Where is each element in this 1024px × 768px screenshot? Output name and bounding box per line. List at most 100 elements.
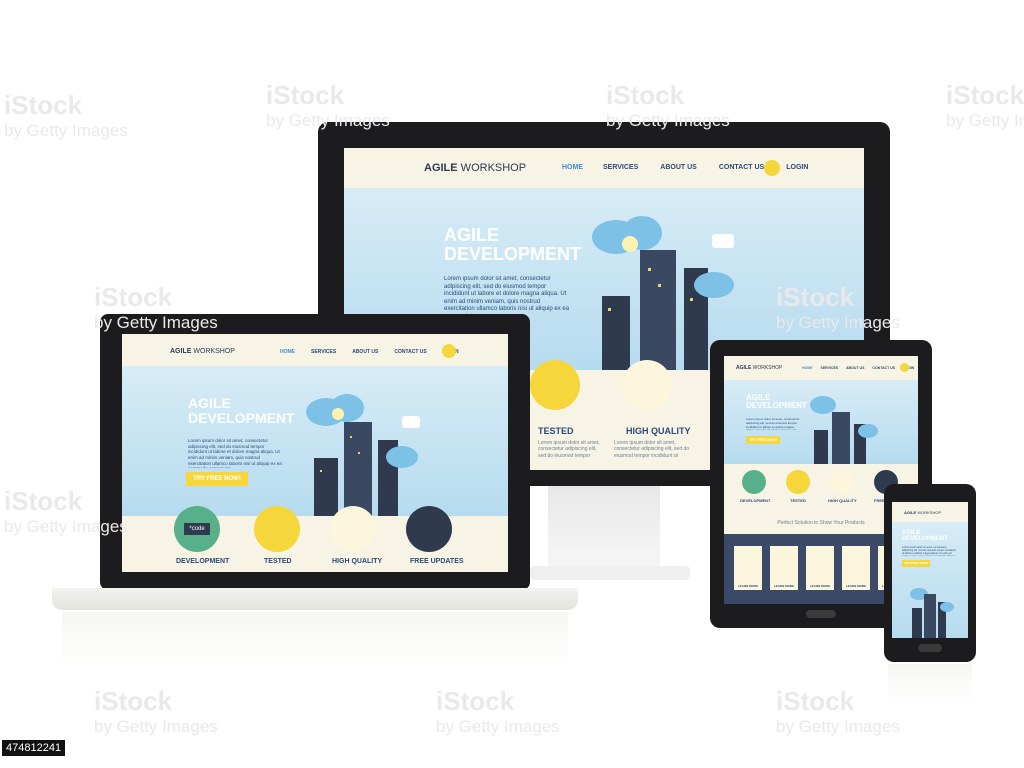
feature-high-quality-label: HIGH QUALITY: [332, 558, 383, 565]
try-free-now-button[interactable]: TRY FREE NOW!: [186, 472, 248, 486]
phone-nav: AGILE WORKSHOP: [892, 502, 968, 522]
laptop: AGILE WORKSHOP HOME SERVICES ABOUT US CO…: [100, 314, 530, 590]
laptop-logo: AGILE WORKSHOP: [170, 348, 235, 355]
tablet-hero: AGILE DEVELOPMENT Lorem ipsum dolor sit a…: [724, 380, 918, 464]
phone-hero-title: AGILE DEVELOPMENT: [902, 530, 948, 543]
nav-about-us[interactable]: ABOUT US: [846, 366, 864, 370]
lit-window: [608, 308, 611, 311]
learn-more-link[interactable]: LEARN MORE: [842, 584, 870, 588]
laptop-features: *code DEVELOPMENT TESTED HIGH QUALITY FR…: [122, 506, 508, 572]
monitor-hero-text: Lorem ipsum dolor sit amet, consectetur …: [444, 276, 570, 316]
speech-bubble-icon: [402, 416, 420, 428]
lit-window: [350, 436, 352, 438]
cloud-icon: [386, 446, 418, 468]
product-card[interactable]: LEARN MORE: [734, 546, 762, 590]
nav-home[interactable]: HOME: [280, 349, 295, 355]
watermark: iStockby Getty Images: [94, 686, 218, 736]
building: [814, 430, 828, 464]
lightbulb-icon: [622, 236, 638, 252]
try-free-now-button[interactable]: TRY FREE NOW!: [746, 436, 780, 444]
building: [912, 608, 922, 638]
phone-home-button[interactable]: [918, 644, 942, 652]
building: [640, 250, 676, 370]
learn-more-link[interactable]: LEARN MORE: [734, 584, 762, 588]
building: [314, 458, 338, 516]
learn-more-link[interactable]: LEARN MORE: [770, 584, 798, 588]
watermark: iStockby Getty Images: [4, 90, 128, 140]
tablet-nav: AGILE WORKSHOP HOME SERVICES ABOUT US CO…: [724, 356, 918, 380]
phone-logo: AGILE WORKSHOP: [904, 510, 942, 515]
nav-contact-us[interactable]: CONTACT US: [719, 164, 764, 171]
watermark: iStockby Getty Images: [436, 686, 560, 736]
nav-home[interactable]: HOME: [562, 164, 583, 171]
hourglass-icon: [406, 506, 452, 552]
gear-icon: [254, 506, 300, 552]
venn-chart-icon: [330, 506, 376, 552]
nav-login[interactable]: LOGIN: [786, 164, 808, 171]
nav-about-us[interactable]: ABOUT US: [352, 349, 378, 355]
lightbulb-icon: [332, 408, 344, 420]
lit-window: [658, 284, 661, 287]
feature-tested-label: TESTED: [790, 498, 806, 503]
laptop-screen: AGILE WORKSHOP HOME SERVICES ABOUT US CO…: [122, 334, 508, 572]
feature-tested-label: TESTED: [538, 426, 574, 436]
tablet-menu: HOME SERVICES ABOUT US CONTACT US LOGIN: [802, 366, 914, 370]
watermark: iStockby Getty Images: [776, 686, 900, 736]
feature-development-label: DEVELOPMENT: [176, 558, 230, 565]
lit-window: [320, 470, 322, 472]
cloud-icon: [858, 424, 878, 438]
nav-about-us[interactable]: ABOUT US: [660, 164, 697, 171]
nav-services[interactable]: SERVICES: [311, 349, 336, 355]
nav-services[interactable]: SERVICES: [603, 164, 638, 171]
code-window-icon: *code: [174, 506, 220, 552]
tablet-hero-text: Lorem ipsum dolor sit amet, consectetur …: [746, 418, 800, 430]
learn-more-link[interactable]: LEARN MORE: [806, 584, 834, 588]
laptop-reflection: [62, 612, 568, 668]
search-icon[interactable]: [442, 344, 456, 358]
venn-chart-icon: [622, 360, 672, 410]
search-icon[interactable]: [764, 160, 780, 176]
feature-free-updates-label: FREE UPDATES: [410, 558, 464, 565]
monitor-base: [530, 566, 690, 580]
product-card[interactable]: LEARN MORE: [806, 546, 834, 590]
nav-services[interactable]: SERVICES: [821, 366, 839, 370]
speech-bubble-icon: [712, 234, 734, 248]
monitor-hero-title: AGILE DEVELOPMENT: [444, 225, 582, 264]
feature-high-quality-label: HIGH QUALITY: [626, 426, 691, 436]
lit-window: [690, 298, 693, 301]
monitor-nav: AGILE WORKSHOP HOME SERVICES ABOUT US CO…: [344, 148, 864, 188]
cloud-icon: [694, 272, 734, 298]
feature-text: Lorem ipsum dolor sit amet, consectetur …: [538, 440, 600, 458]
phone-reflection: [888, 664, 972, 704]
nav-contact-us[interactable]: CONTACT US: [872, 366, 895, 370]
laptop-hero: AGILE DEVELOPMENT Lorem ipsum dolor sit a…: [122, 366, 508, 516]
nav-contact-us[interactable]: CONTACT US: [394, 349, 426, 355]
lit-window: [648, 268, 651, 271]
gear-icon: [530, 360, 580, 410]
tablet-logo: AGILE WORKSHOP: [736, 365, 783, 371]
feature-text: Lorem ipsum dolor sit amet, consectetur …: [614, 440, 690, 458]
laptop-base: [52, 588, 578, 610]
laptop-hero-text: Lorem ipsum dolor sit amet, consectetur …: [188, 438, 282, 468]
cloud-icon: [940, 602, 954, 612]
try-free-now-button[interactable]: TRY FREE NOW!: [902, 560, 930, 567]
watermark: iStockby Getty Images: [946, 80, 1024, 130]
search-icon[interactable]: [900, 363, 909, 372]
feature-development-label: DEVELOPMENT: [740, 498, 771, 503]
image-id-label: 474812241: [2, 740, 66, 756]
nav-home[interactable]: HOME: [802, 366, 813, 370]
monitor-logo: AGILE WORKSHOP: [424, 162, 527, 174]
product-card[interactable]: LEARN MORE: [842, 546, 870, 590]
phone-hero: AGILE DEVELOPMENT Lorem ipsum dolor sit a…: [892, 522, 968, 638]
product-card[interactable]: LEARN MORE: [770, 546, 798, 590]
laptop-menu: HOME SERVICES ABOUT US CONTACT US LOGIN: [280, 349, 459, 355]
smartphone: AGILE WORKSHOP AGILE DEVELOPMENT Lorem ip…: [884, 484, 976, 662]
feature-tested-label: TESTED: [264, 558, 292, 565]
gear-icon: [786, 470, 810, 494]
building: [602, 296, 630, 370]
code-label: *code: [184, 523, 210, 535]
venn-chart-icon: [830, 470, 854, 494]
tablet-hero-title: AGILE DEVELOPMENT: [746, 393, 807, 411]
tablet-home-button[interactable]: [806, 610, 836, 618]
building: [344, 422, 372, 516]
